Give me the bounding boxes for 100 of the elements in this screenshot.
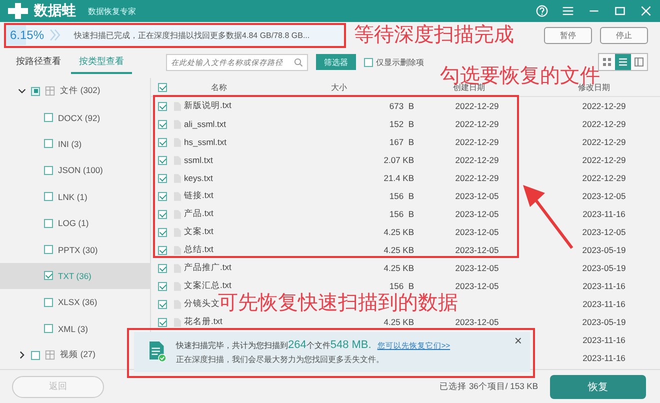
- checkbox[interactable]: [158, 246, 167, 254]
- checkbox[interactable]: [31, 86, 40, 96]
- checkbox[interactable]: [158, 210, 167, 218]
- tree-item[interactable]: INI (3): [0, 130, 150, 158]
- table-cell: 2023-12-05: [455, 263, 499, 273]
- table-cell: hs_ssml.txt: [184, 137, 227, 147]
- checkbox[interactable]: [158, 192, 167, 200]
- checkbox[interactable]: [44, 245, 53, 254]
- checkbox[interactable]: [44, 192, 53, 202]
- table-cell: 4.25 KB: [384, 317, 414, 327]
- checkbox[interactable]: [158, 174, 167, 182]
- table-cell: 2023-05-19: [582, 263, 626, 273]
- table-cell: 2022-12-29: [582, 119, 626, 129]
- column-header[interactable]: 大小: [264, 82, 414, 92]
- checkbox[interactable]: [44, 113, 53, 122]
- tree-item[interactable]: XLSX (36): [0, 289, 150, 316]
- folder-grid-icon: [45, 86, 55, 96]
- scan-control-button[interactable]: 暂停: [544, 26, 592, 44]
- table-cell: 4.25 KB: [384, 245, 414, 255]
- scan-status-text: 快速扫描已完成，正在深度扫描以找回更多数据4.84 GB/78.8 GB...: [74, 30, 310, 40]
- view-mode-button[interactable]: [615, 54, 631, 70]
- checkbox-label: 仅显示删除项: [376, 56, 424, 68]
- annotation-arrow: [521, 183, 574, 250]
- document-check-icon: [148, 341, 166, 363]
- checkbox[interactable]: [158, 264, 167, 272]
- annotation-text: 等待深度扫描完成: [354, 25, 514, 45]
- checkbox[interactable]: [158, 228, 167, 236]
- tree-item[interactable]: 文件 (302): [0, 78, 150, 104]
- tree-item[interactable]: 视频 (27): [0, 342, 150, 368]
- table-cell: 156 B: [389, 209, 414, 219]
- table-cell: 2023-11-16: [582, 281, 626, 291]
- view-mode-button[interactable]: [631, 54, 647, 70]
- table-cell: 文案汇总.txt: [184, 280, 232, 292]
- table-cell: 152 B: [389, 119, 414, 129]
- checkbox[interactable]: [44, 139, 53, 148]
- search-icon[interactable]: [294, 58, 303, 66]
- plus-logo-icon: [8, 3, 28, 19]
- close-button[interactable]: ×: [514, 334, 522, 347]
- tree-item[interactable]: DOCX (92): [0, 104, 150, 131]
- table-cell: 2023-11-16: [582, 299, 626, 309]
- chevrons-icon: [48, 28, 62, 42]
- table-cell: keys.txt: [184, 173, 213, 183]
- app-subtitle: 数据恢复专家: [88, 6, 136, 16]
- selection-summary: 已选择 36个项目/ 153 KB: [440, 380, 538, 392]
- select-all-checkbox[interactable]: [158, 82, 167, 92]
- table-cell: 2023-12-05: [582, 227, 626, 237]
- tree-item[interactable]: LOG (1): [0, 210, 150, 236]
- checkbox[interactable]: [44, 218, 53, 228]
- table-cell: 2022-12-29: [582, 137, 626, 147]
- checkbox[interactable]: [158, 282, 167, 290]
- checkbox[interactable]: [44, 298, 53, 307]
- checkbox[interactable]: [158, 300, 167, 308]
- table-cell: 156 B: [389, 281, 414, 291]
- deep-scan-text: 正在深度扫描，我们会尽最大努力为您找回更多丢失文件。: [176, 354, 385, 365]
- table-cell: 673 B: [389, 101, 414, 111]
- checkbox[interactable]: [44, 324, 53, 334]
- table-cell: 2022-12-29: [582, 101, 626, 111]
- table-cell: ssml.txt: [184, 155, 213, 165]
- table-cell: 4.25 KB: [384, 263, 414, 273]
- table-cell: 2023-12-05: [455, 191, 499, 201]
- table-cell: 4.25 KB: [384, 227, 414, 237]
- scan-summary-text: 快速扫描完毕，共计为您扫描到264个文件548 MB.: [176, 339, 372, 351]
- tree-item[interactable]: JSON (100): [0, 157, 150, 184]
- checkbox[interactable]: [158, 156, 167, 164]
- checkbox[interactable]: [364, 58, 373, 66]
- table-cell: 新版说明.txt: [184, 100, 232, 112]
- checkbox[interactable]: [44, 271, 53, 280]
- table-cell: 2023-12-05: [455, 281, 499, 291]
- tree-item[interactable]: PPTX (30): [0, 236, 150, 263]
- table-cell: 2022-12-29: [582, 155, 626, 165]
- tree-item[interactable]: LNK (1): [0, 184, 150, 210]
- folder-grid-icon: [45, 350, 55, 360]
- checkbox[interactable]: [158, 120, 167, 128]
- tree-item[interactable]: XML (3): [0, 316, 150, 342]
- table-cell: 2.07 KB: [384, 155, 414, 165]
- table-cell: 2023-12-05: [455, 245, 499, 255]
- view-tab[interactable]: 按路径查看: [8, 50, 69, 74]
- close-icon[interactable]: [640, 5, 652, 17]
- recover-button[interactable]: 恢复: [550, 374, 646, 398]
- scan-control-button[interactable]: 停止: [600, 26, 648, 44]
- chevron-right-icon[interactable]: [18, 351, 26, 360]
- table-cell: 链接.txt: [184, 190, 214, 202]
- column-header[interactable]: 名称: [174, 82, 264, 92]
- checkbox[interactable]: [158, 102, 167, 110]
- help-icon[interactable]: [536, 5, 548, 17]
- menu-icon[interactable]: [562, 5, 574, 17]
- checkbox[interactable]: [158, 138, 167, 146]
- table-cell: 文案.txt: [184, 226, 214, 238]
- table-cell: 2023-11-16: [582, 335, 626, 345]
- view-mode-button[interactable]: [599, 54, 615, 70]
- chevron-down-icon[interactable]: [18, 87, 26, 96]
- checkbox[interactable]: [31, 350, 40, 360]
- table-cell: 总结.txt: [184, 244, 214, 256]
- table-cell: 产品推广.txt: [184, 262, 232, 274]
- checkbox[interactable]: [44, 166, 53, 175]
- table-cell: 2023-12-05: [455, 317, 499, 327]
- table-cell: 2022-12-29: [455, 173, 499, 183]
- table-cell: 2022-12-29: [455, 137, 499, 147]
- checkbox[interactable]: [158, 318, 167, 326]
- maximize-icon[interactable]: [614, 5, 626, 17]
